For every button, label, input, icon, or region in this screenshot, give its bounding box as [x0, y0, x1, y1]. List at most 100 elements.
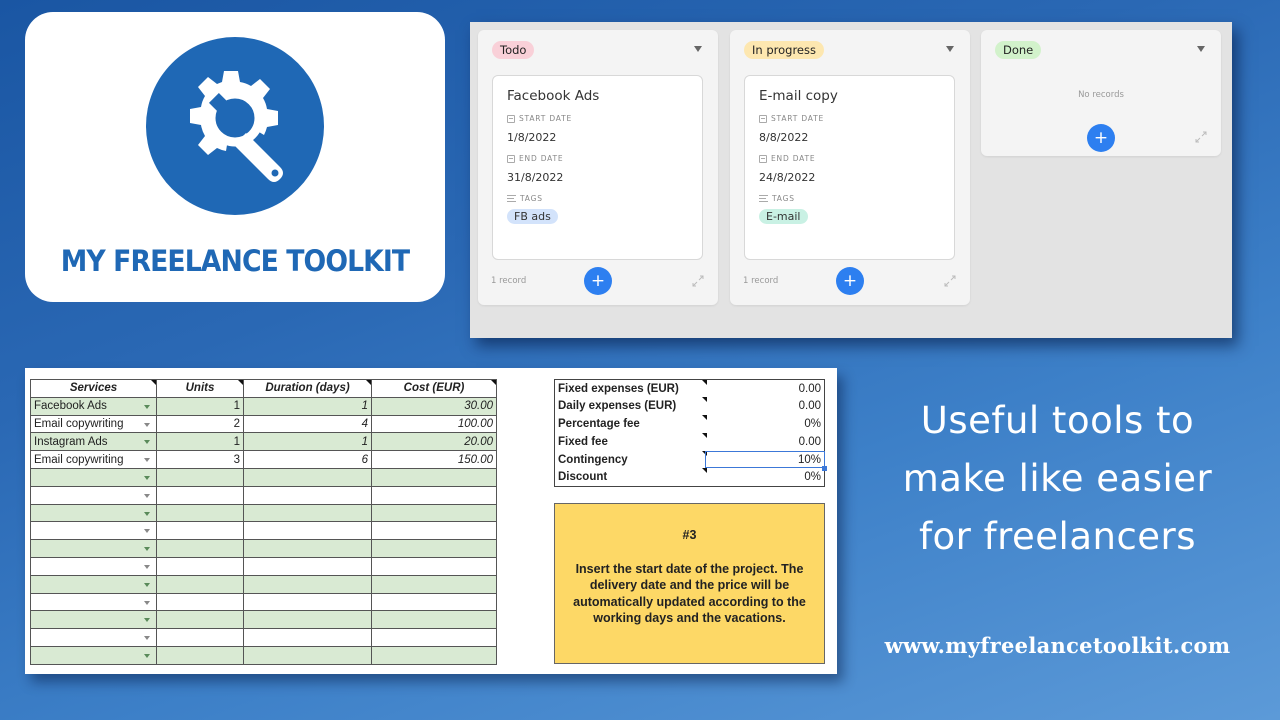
- setting-label: Fixed fee: [555, 432, 707, 451]
- table-row: [30, 574, 497, 594]
- service-cell[interactable]: Facebook Ads: [30, 396, 157, 416]
- duration-cell[interactable]: [243, 467, 372, 487]
- duration-cell[interactable]: [243, 521, 372, 541]
- dropdown-arrow-icon[interactable]: [144, 422, 150, 427]
- units-cell[interactable]: [156, 485, 244, 505]
- units-cell[interactable]: [156, 645, 244, 665]
- service-cell[interactable]: Email copywriting: [30, 450, 157, 469]
- cost-cell[interactable]: [371, 574, 497, 594]
- duration-cell[interactable]: 6: [243, 450, 372, 469]
- cost-cell[interactable]: [371, 539, 497, 558]
- cost-cell[interactable]: 100.00: [371, 414, 497, 434]
- units-cell[interactable]: [156, 503, 244, 523]
- duration-cell[interactable]: 1: [243, 396, 372, 416]
- units-cell[interactable]: 1: [156, 396, 244, 416]
- units-cell[interactable]: [156, 521, 244, 541]
- record-card[interactable]: E-mail copy START DATE 8/8/2022 END DATE…: [744, 75, 955, 260]
- service-cell[interactable]: Instagram Ads: [30, 432, 157, 452]
- service-cell[interactable]: [30, 645, 157, 665]
- add-record-button[interactable]: +: [1087, 124, 1115, 152]
- cost-cell[interactable]: [371, 485, 497, 505]
- dropdown-arrow-icon[interactable]: [144, 582, 150, 587]
- cost-cell[interactable]: [371, 467, 497, 487]
- dropdown-arrow-icon[interactable]: [144, 564, 150, 569]
- dropdown-arrow-icon[interactable]: [144, 511, 150, 516]
- cost-cell[interactable]: [371, 628, 497, 647]
- dropdown-arrow-icon[interactable]: [144, 529, 150, 534]
- service-cell[interactable]: [30, 556, 157, 576]
- units-cell[interactable]: 2: [156, 414, 244, 434]
- duration-cell[interactable]: [243, 610, 372, 630]
- cost-cell[interactable]: [371, 521, 497, 541]
- setting-value[interactable]: 10%: [704, 450, 827, 472]
- service-cell[interactable]: [30, 467, 157, 487]
- record-card[interactable]: Facebook Ads START DATE 1/8/2022 END DAT…: [492, 75, 703, 260]
- dropdown-arrow-icon[interactable]: [144, 618, 150, 623]
- cost-cell[interactable]: 30.00: [371, 396, 497, 416]
- add-record-button[interactable]: +: [584, 267, 612, 295]
- service-cell[interactable]: [30, 521, 157, 541]
- duration-cell[interactable]: [243, 539, 372, 558]
- cost-cell[interactable]: [371, 556, 497, 576]
- service-cell[interactable]: [30, 574, 157, 594]
- units-cell[interactable]: [156, 592, 244, 612]
- duration-cell[interactable]: 1: [243, 432, 372, 452]
- units-cell[interactable]: 1: [156, 432, 244, 452]
- chevron-down-icon[interactable]: [946, 46, 954, 52]
- duration-cell[interactable]: [243, 485, 372, 505]
- units-cell[interactable]: [156, 574, 244, 594]
- dropdown-arrow-icon[interactable]: [144, 440, 150, 445]
- cost-cell[interactable]: [371, 645, 497, 665]
- dropdown-arrow-icon[interactable]: [144, 458, 150, 463]
- chevron-down-icon[interactable]: [694, 46, 702, 52]
- setting-value[interactable]: 0.00: [705, 397, 825, 415]
- dropdown-arrow-icon[interactable]: [144, 547, 150, 552]
- duration-cell[interactable]: [243, 592, 372, 612]
- units-cell[interactable]: [156, 539, 244, 558]
- duration-cell[interactable]: [243, 503, 372, 523]
- setting-value[interactable]: 0%: [705, 415, 825, 433]
- chevron-down-icon[interactable]: [1197, 46, 1205, 52]
- service-cell[interactable]: [30, 485, 157, 505]
- expand-icon[interactable]: [1195, 131, 1207, 143]
- dropdown-arrow-icon[interactable]: [144, 653, 150, 658]
- setting-value[interactable]: 0.00: [705, 380, 825, 398]
- expand-icon[interactable]: [692, 275, 704, 287]
- dropdown-arrow-icon[interactable]: [144, 600, 150, 605]
- units-cell[interactable]: [156, 628, 244, 647]
- units-cell[interactable]: 3: [156, 450, 244, 469]
- cost-cell[interactable]: [371, 592, 497, 612]
- cost-cell[interactable]: 150.00: [371, 450, 497, 469]
- setting-value[interactable]: 0%: [705, 468, 825, 486]
- dropdown-arrow-icon[interactable]: [144, 636, 150, 641]
- dropdown-arrow-icon[interactable]: [144, 493, 150, 498]
- cost-cell[interactable]: [371, 610, 497, 630]
- setting-value[interactable]: 0.00: [705, 433, 825, 451]
- note-indicator-icon: [151, 380, 156, 385]
- cost-cell[interactable]: [371, 503, 497, 523]
- units-cell[interactable]: [156, 610, 244, 630]
- cost-cell[interactable]: 20.00: [371, 432, 497, 452]
- duration-cell[interactable]: [243, 645, 372, 665]
- tagline-line: make like easier: [902, 457, 1213, 500]
- service-cell[interactable]: [30, 628, 157, 647]
- add-record-button[interactable]: +: [836, 267, 864, 295]
- website-link[interactable]: www.myfreelancetoolkit.com: [860, 633, 1255, 658]
- service-cell[interactable]: [30, 592, 157, 612]
- duration-cell[interactable]: [243, 628, 372, 647]
- expand-icon[interactable]: [944, 275, 956, 287]
- duration-cell[interactable]: [243, 556, 372, 576]
- duration-cell[interactable]: [243, 574, 372, 594]
- service-cell[interactable]: [30, 539, 157, 558]
- setting-label: Fixed expenses (EUR): [555, 380, 707, 398]
- service-cell[interactable]: [30, 610, 157, 630]
- service-cell[interactable]: [30, 503, 157, 523]
- tags-label: TAGS: [520, 194, 543, 203]
- service-cell[interactable]: Email copywriting: [30, 414, 157, 434]
- units-cell[interactable]: [156, 467, 244, 487]
- units-cell[interactable]: [156, 556, 244, 576]
- duration-cell[interactable]: 4: [243, 414, 372, 434]
- dropdown-arrow-icon[interactable]: [144, 475, 150, 480]
- dropdown-arrow-icon[interactable]: [144, 404, 150, 409]
- note-indicator-icon: [366, 380, 371, 385]
